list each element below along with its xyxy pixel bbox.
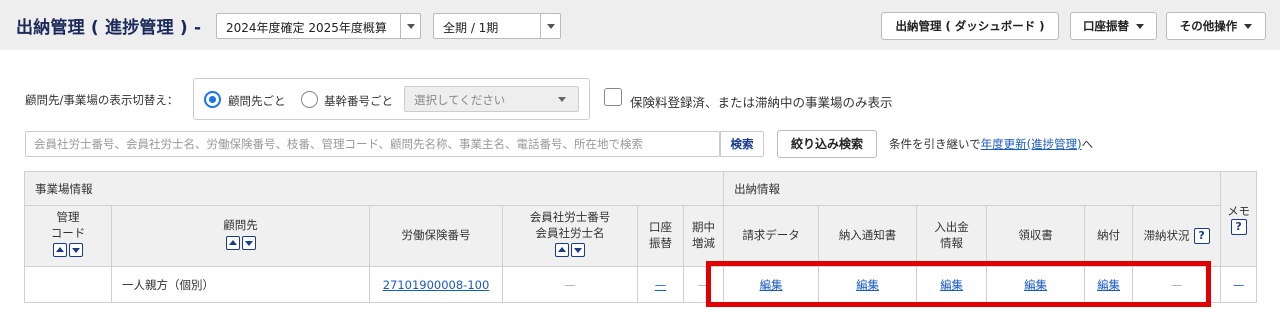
table-row: 一人親方（個別） 27101900008-100 — — — 編集 編集 編集 … bbox=[24, 266, 1258, 303]
help-icon[interactable]: ? bbox=[1193, 227, 1210, 244]
other-actions-button[interactable]: その他操作 bbox=[1166, 12, 1266, 40]
page-title: 出納管理 ( 進捗管理 ) - bbox=[16, 18, 202, 38]
col-client: 顧問先 bbox=[111, 205, 370, 267]
memo-link[interactable]: — bbox=[1233, 278, 1245, 292]
inout-edit-link[interactable]: 編集 bbox=[940, 278, 963, 292]
sort-controls bbox=[225, 235, 256, 250]
dashboard-button[interactable]: 出納管理 ( ダッシュボード ) bbox=[881, 12, 1059, 40]
col-member-label-2: 会員社労士名 bbox=[535, 225, 605, 240]
col-payment: 納付 bbox=[1084, 205, 1134, 267]
chevron-down-icon bbox=[540, 14, 560, 38]
col-account-label-1: 口座 bbox=[649, 220, 672, 235]
cell-arrears: — bbox=[1132, 266, 1222, 303]
cell-receipt: 編集 bbox=[986, 266, 1086, 303]
col-mid-label-1: 期中 bbox=[692, 220, 716, 235]
sort-desc-icon[interactable] bbox=[571, 243, 585, 258]
caret-down-icon bbox=[1136, 24, 1144, 29]
col-inout-label-1: 入出金 bbox=[934, 220, 969, 235]
col-notice: 納入通知書 bbox=[818, 205, 918, 267]
display-switch-label: 顧問先/事業場の表示切替え： bbox=[25, 93, 179, 107]
cell-account-transfer: — bbox=[637, 266, 684, 303]
col-arrears-label: 滞納状況 bbox=[1143, 228, 1190, 243]
other-actions-label: その他操作 bbox=[1179, 19, 1238, 33]
cell-client: 一人親方（個別） bbox=[111, 266, 370, 303]
chevron-down-icon bbox=[400, 14, 420, 38]
sort-asc-icon[interactable] bbox=[53, 243, 67, 258]
memo-header: メモ ? bbox=[1220, 171, 1258, 267]
cell-payment: 編集 bbox=[1084, 266, 1134, 303]
sort-controls bbox=[53, 243, 83, 258]
sort-desc-icon[interactable] bbox=[241, 235, 256, 250]
col-member-label-1: 会員社労士番号 bbox=[529, 210, 611, 225]
page-header: 出納管理 ( 進捗管理 ) - 2024年度確定 2025年度概算 全期 / 1… bbox=[0, 0, 1280, 50]
period-select-value: 全期 / 1期 bbox=[443, 21, 499, 35]
col-mid-label-2: 増減 bbox=[692, 236, 716, 250]
payment-edit-link[interactable]: 編集 bbox=[1097, 278, 1120, 292]
memo-header-label: メモ bbox=[1227, 204, 1251, 218]
insurance-number-link[interactable]: 27101900008-100 bbox=[383, 278, 490, 292]
period-select[interactable]: 全期 / 1期 bbox=[433, 13, 561, 39]
col-member: 会員社労士番号 会員社労士名 bbox=[502, 205, 638, 267]
cell-memo: — bbox=[1220, 266, 1258, 303]
chevron-down-icon bbox=[558, 97, 566, 102]
cell-code bbox=[24, 266, 112, 303]
inherit-prefix: 条件を引き継いで bbox=[889, 137, 981, 151]
section-site-info: 事業場情報 bbox=[23, 171, 725, 206]
col-code-label-1: 管理 bbox=[56, 210, 80, 225]
sort-controls bbox=[555, 243, 585, 258]
search-input[interactable] bbox=[25, 131, 720, 157]
sort-asc-icon[interactable] bbox=[555, 243, 569, 258]
fiscal-year-select-value: 2024年度確定 2025年度概算 bbox=[226, 21, 387, 35]
registered-only-label[interactable]: 保険料登録済、または滞納中の事業場のみ表示 bbox=[630, 92, 893, 111]
col-client-label: 顧問先 bbox=[223, 217, 258, 232]
radio-client-label[interactable]: 顧問先ごと bbox=[228, 93, 286, 109]
billing-edit-link[interactable]: 編集 bbox=[760, 278, 783, 292]
cell-billing: 編集 bbox=[723, 266, 820, 303]
radio-base-number[interactable] bbox=[301, 91, 318, 108]
display-switch-group: 顧問先ごと 基幹番号ごと 選択してください bbox=[193, 78, 590, 120]
base-number-select: 選択してください bbox=[404, 86, 579, 112]
col-receipt: 領収書 bbox=[986, 205, 1086, 267]
col-account-transfer: 口座 振替 bbox=[637, 205, 684, 267]
col-account-label-2: 振替 bbox=[649, 236, 672, 250]
registered-only-checkbox[interactable] bbox=[604, 88, 622, 106]
cell-mid-period: — bbox=[682, 266, 725, 303]
cell-notice: 編集 bbox=[818, 266, 918, 303]
col-mid-period: 期中 増減 bbox=[682, 205, 725, 267]
inherit-conditions-text: 条件を引き継いで年度更新(進捗管理)へ bbox=[889, 136, 1093, 152]
radio-base-number-label[interactable]: 基幹番号ごと bbox=[324, 93, 393, 109]
annual-update-link[interactable]: 年度更新(進捗管理) bbox=[981, 137, 1082, 151]
cell-member: — bbox=[502, 266, 638, 303]
col-billing: 請求データ bbox=[723, 205, 820, 267]
col-inout-label-2: 情報 bbox=[940, 236, 964, 250]
account-transfer-label: 口座振替 bbox=[1083, 19, 1129, 33]
sort-desc-icon[interactable] bbox=[69, 243, 83, 258]
base-number-select-placeholder: 選択してください bbox=[414, 93, 506, 107]
cash-management-table: 事業場情報 出納情報 メモ ? 管理 コード 顧問先 労働保険番号 会員社労士番… bbox=[23, 171, 1258, 303]
search-button[interactable]: 検索 bbox=[720, 131, 764, 157]
col-code-label-2: コード bbox=[50, 225, 86, 240]
account-transfer-button[interactable]: 口座振替 bbox=[1070, 12, 1157, 40]
notice-edit-link[interactable]: 編集 bbox=[856, 278, 879, 292]
col-arrears: 滞納状況? bbox=[1132, 205, 1222, 267]
radio-client[interactable] bbox=[204, 91, 221, 108]
col-insurance-no: 労働保険番号 bbox=[369, 205, 503, 267]
inherit-suffix: へ bbox=[1081, 137, 1094, 151]
filter-search-button[interactable]: 絞り込み検索 bbox=[777, 130, 877, 158]
help-icon[interactable]: ? bbox=[1230, 219, 1247, 235]
caret-down-icon bbox=[1244, 24, 1253, 29]
cell-inout: 編集 bbox=[916, 266, 988, 303]
sort-asc-icon[interactable] bbox=[225, 235, 240, 250]
section-cash-info: 出納情報 bbox=[723, 171, 1222, 206]
receipt-edit-link[interactable]: 編集 bbox=[1024, 278, 1047, 292]
col-code: 管理 コード bbox=[24, 205, 112, 267]
fiscal-year-select[interactable]: 2024年度確定 2025年度概算 bbox=[216, 13, 421, 39]
col-inout: 入出金 情報 bbox=[916, 205, 988, 267]
cell-insurance-no: 27101900008-100 bbox=[369, 266, 503, 303]
account-transfer-link[interactable]: — bbox=[655, 278, 667, 292]
